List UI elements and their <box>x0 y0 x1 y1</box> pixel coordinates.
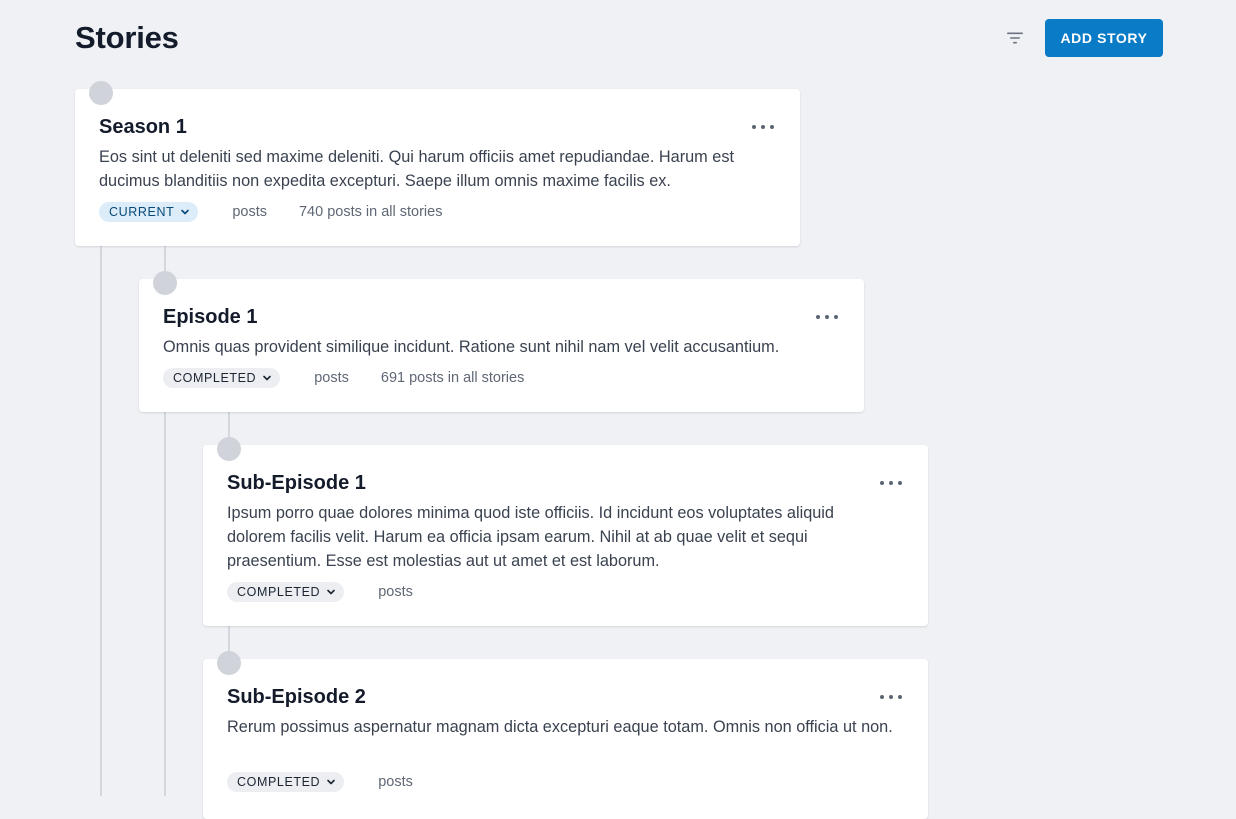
chevron-down-icon <box>181 209 190 215</box>
page-header: Stories ADD STORY <box>75 18 1163 58</box>
tree-node-dot <box>217 651 241 675</box>
more-menu-button[interactable] <box>752 119 774 135</box>
status-label: CURRENT <box>109 205 175 219</box>
story-description: Omnis quas provident similique incidunt.… <box>163 338 780 356</box>
more-dot <box>834 315 838 319</box>
story-description: Eos sint ut deleniti sed maxime deleniti… <box>99 148 734 190</box>
posts-count: posts <box>378 774 413 790</box>
total-posts: 691 posts in all stories <box>380 370 525 386</box>
more-dots-icon <box>880 481 884 485</box>
more-menu-button[interactable] <box>816 309 838 325</box>
more-dots-icon <box>880 695 884 699</box>
story-meta: COMPLETED posts <box>227 582 413 602</box>
story-card-season-1[interactable]: Season 1 Eos sint ut deleniti sed maxime… <box>75 89 800 246</box>
status-dropdown[interactable]: COMPLETED <box>163 368 281 388</box>
status-label: COMPLETED <box>237 775 321 789</box>
status-dropdown[interactable]: CURRENT <box>99 202 199 222</box>
status-dropdown[interactable]: COMPLETED <box>227 772 345 792</box>
story-meta: COMPLETED posts 691 posts in all stories <box>163 368 524 388</box>
total-posts: 740 posts in all stories <box>298 204 443 220</box>
story-meta: CURRENT posts 740 posts in all stories <box>99 202 442 222</box>
story-meta: COMPLETED posts <box>227 772 413 792</box>
status-dropdown[interactable]: COMPLETED <box>227 582 345 602</box>
story-description: Rerum possimus aspernatur magnam dicta e… <box>227 718 893 736</box>
story-title: Season 1 <box>99 116 187 138</box>
chevron-down-icon <box>327 589 336 595</box>
more-dot <box>898 481 902 485</box>
posts-count: posts <box>314 370 349 386</box>
more-dot <box>770 125 774 129</box>
story-title: Sub-Episode 2 <box>227 686 366 708</box>
more-dot <box>761 125 765 129</box>
status-label: COMPLETED <box>237 585 321 599</box>
tree-node-dot <box>153 271 177 295</box>
story-card-episode-1[interactable]: Episode 1 Omnis quas provident similique… <box>139 279 864 412</box>
more-menu-button[interactable] <box>880 475 902 491</box>
story-card-sub-episode-1[interactable]: Sub-Episode 1 Ipsum porro quae dolores m… <box>203 445 928 626</box>
more-menu-button[interactable] <box>880 689 902 705</box>
chevron-down-icon <box>263 375 272 381</box>
story-title: Sub-Episode 1 <box>227 472 366 494</box>
posts-count: posts <box>378 584 413 600</box>
more-dots-icon <box>816 315 820 319</box>
story-description: Ipsum porro quae dolores minima quod ist… <box>227 504 834 570</box>
filter-icon <box>1007 32 1023 44</box>
tree-node-dot <box>89 81 113 105</box>
more-dot <box>825 315 829 319</box>
tree-node-dot <box>217 437 241 461</box>
status-label: COMPLETED <box>173 371 257 385</box>
story-title: Episode 1 <box>163 306 258 328</box>
more-dot <box>889 695 893 699</box>
chevron-down-icon <box>327 779 336 785</box>
posts-count: posts <box>232 204 267 220</box>
more-dots-icon <box>752 125 756 129</box>
page-title: Stories <box>75 20 179 55</box>
story-card-sub-episode-2[interactable]: Sub-Episode 2 Rerum possimus aspernatur … <box>203 659 928 819</box>
more-dot <box>889 481 893 485</box>
filter-button[interactable] <box>1001 25 1029 51</box>
add-story-button[interactable]: ADD STORY <box>1045 19 1163 57</box>
more-dot <box>898 695 902 699</box>
